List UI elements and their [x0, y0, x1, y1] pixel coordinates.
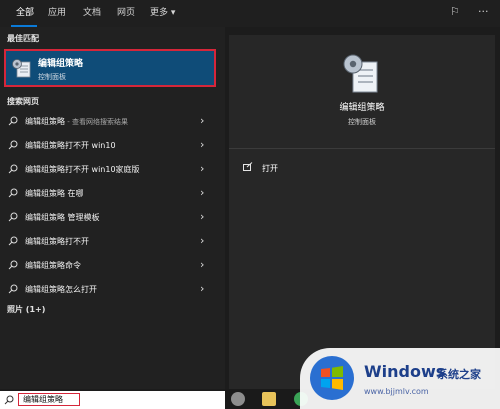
web-result-item[interactable]: 编辑组策略 - 查看网络搜索结果 ›: [0, 111, 225, 135]
best-match-subtitle: 控制面板: [38, 73, 66, 81]
chevron-right-icon[interactable]: ›: [200, 258, 204, 271]
search-filter-bar: 全部 应用 文档 网页 更多 ▾ ⚐ ···: [0, 0, 500, 27]
search-icon: [8, 164, 18, 174]
search-icon: [8, 188, 18, 198]
windows-logo-icon: [310, 356, 354, 400]
web-result-item[interactable]: 编辑组策略 在哪 ›: [0, 183, 225, 207]
divider: [229, 148, 495, 149]
web-search-heading: 搜索网页: [7, 97, 39, 106]
chevron-down-icon: ▾: [170, 8, 176, 18]
watermark-url: www.bjjmlv.com: [364, 387, 429, 396]
search-icon: [8, 284, 18, 294]
app-icon[interactable]: [231, 392, 245, 406]
detail-title: 编辑组策略: [339, 103, 385, 113]
chevron-right-icon[interactable]: ›: [200, 162, 204, 175]
chevron-right-icon[interactable]: ›: [200, 210, 204, 223]
more-options-icon[interactable]: ···: [478, 5, 489, 18]
group-policy-icon: [12, 59, 31, 78]
search-icon: [8, 236, 18, 246]
detail-subtitle: 控制面板: [348, 118, 376, 126]
chevron-right-icon[interactable]: ›: [200, 114, 204, 127]
open-icon: [243, 162, 253, 171]
web-result-item[interactable]: 编辑组策略命令 ›: [0, 255, 225, 279]
best-match-item[interactable]: 编辑组策略 控制面板: [4, 49, 216, 87]
search-icon: [8, 212, 18, 222]
tab-apps[interactable]: 应用: [48, 5, 66, 18]
best-match-heading: 最佳匹配: [7, 34, 39, 43]
web-result-item[interactable]: 编辑组策略怎么打开 ›: [0, 279, 225, 303]
tab-web[interactable]: 网页: [117, 5, 135, 18]
web-result-item[interactable]: 编辑组策略打不开 win10 ›: [0, 135, 225, 159]
chevron-right-icon[interactable]: ›: [200, 234, 204, 247]
web-result-item[interactable]: 编辑组策略打不开 win10家庭版 ›: [0, 159, 225, 183]
group-policy-icon: [343, 54, 378, 93]
photos-heading[interactable]: 照片 (1+): [7, 304, 45, 315]
feedback-icon[interactable]: ⚐: [450, 5, 460, 18]
watermark-cn: 系统之家: [437, 368, 481, 381]
search-icon: [8, 116, 18, 126]
tab-more[interactable]: 更多 ▾: [150, 5, 175, 18]
folder-icon[interactable]: [262, 392, 276, 406]
tab-documents[interactable]: 文档: [83, 5, 101, 18]
search-icon: [4, 395, 14, 405]
search-input[interactable]: 编辑组策略: [18, 393, 80, 406]
open-action[interactable]: 打开: [262, 163, 278, 174]
results-pane: 最佳匹配 编辑组策略 控制面板 搜索网页 编辑组策略 - 查看网络搜索结果 › …: [0, 27, 225, 389]
web-result-item[interactable]: 编辑组策略 管理模板 ›: [0, 207, 225, 231]
chevron-right-icon[interactable]: ›: [200, 138, 204, 151]
search-icon: [8, 140, 18, 150]
tab-all[interactable]: 全部: [16, 5, 34, 18]
best-match-title: 编辑组策略: [38, 59, 84, 69]
search-box[interactable]: 编辑组策略: [0, 391, 225, 409]
search-icon: [8, 260, 18, 270]
chevron-right-icon[interactable]: ›: [200, 282, 204, 295]
chevron-right-icon[interactable]: ›: [200, 186, 204, 199]
watermark-brand: Windows: [364, 362, 446, 381]
web-result-item[interactable]: 编辑组策略打不开 ›: [0, 231, 225, 255]
